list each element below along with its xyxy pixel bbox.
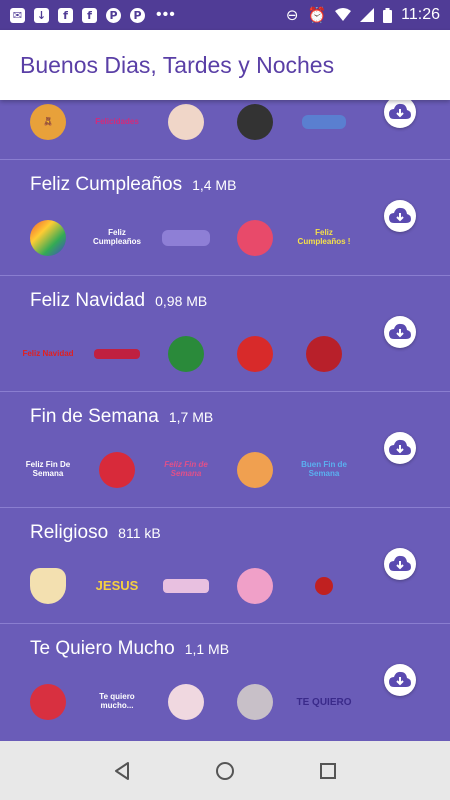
pack-size: 1,4 MB — [192, 177, 237, 193]
sticker-cat — [227, 100, 283, 148]
wifi-icon — [335, 8, 352, 21]
sticker-feliz-navidad: Feliz Navidad — [22, 348, 74, 358]
overflow-dots: ••• — [156, 6, 176, 23]
sticker-preview-row: Feliz Navidad — [20, 328, 352, 380]
pack-size: 1,1 MB — [184, 641, 230, 657]
sticker-christmas-bells — [296, 328, 352, 380]
sticker-umbrella-bears — [89, 444, 145, 496]
sticker-te-quiero-mucho-text: Te quiero mucho... — [99, 692, 135, 710]
sticker-pack-row[interactable]: Te Quiero Mucho 1,1 MB Te quiero mucho..… — [0, 624, 450, 740]
sticker-cumpleanos-script — [158, 212, 214, 264]
sticker-pack-row[interactable]: Fin de Semana 1,7 MB Feliz Fin De Semana… — [0, 392, 450, 508]
facebook-icon: f — [58, 7, 73, 23]
sticker-pack-row[interactable]: 🧸 Felicidades — [0, 100, 450, 160]
sticker-christmas-santa — [227, 328, 283, 380]
sticker-heart-flowers — [227, 560, 283, 612]
email-icon: ✉ — [10, 7, 25, 23]
sticker-heart-bear — [20, 676, 76, 728]
download-button[interactable] — [384, 664, 416, 696]
sticker-pack-row[interactable]: Feliz Navidad 0,98 MB Feliz Navidad — [0, 276, 450, 392]
sticker-preview-row: Feliz Fin De Semana Feliz Fin de Semana … — [20, 444, 352, 496]
app-bar: Buenos Dias, Tardes y Noches — [0, 30, 450, 100]
sticker-feliz-fin-de-semana-girl: Feliz Fin De Semana — [25, 460, 71, 478]
pack-size: 0,98 MB — [155, 293, 208, 309]
download-button[interactable] — [384, 100, 416, 128]
pack-header: Te Quiero Mucho 1,1 MB — [30, 638, 229, 660]
sticker-jesus-text: JESUS — [95, 577, 139, 593]
sticker-preview-row: JESUS — [20, 560, 352, 612]
download-button[interactable] — [384, 432, 416, 464]
sticker-elephant — [227, 676, 283, 728]
cloud-download-icon — [389, 207, 411, 223]
status-bar: ✉ ↓ f f P P ••• ⊖ ⏰ 11:26 — [0, 0, 450, 30]
pack-name: Feliz Navidad — [30, 290, 146, 311]
sticker-heart-jesus — [20, 560, 76, 612]
cloud-download-icon — [389, 555, 411, 571]
sticker-pack-row[interactable]: Religioso 811 kB JESUS — [0, 508, 450, 624]
sticker-pack-row[interactable]: Feliz Cumpleaños 1,4 MB Feliz Cumpleaños… — [0, 160, 450, 276]
sticker-christmas-tree — [158, 328, 214, 380]
app-title: Buenos Dias, Tardes y Noches — [20, 51, 335, 78]
navigation-bar — [0, 741, 450, 800]
sticker-mouse — [158, 676, 214, 728]
pack-size: 1,7 MB — [168, 409, 214, 425]
download-button[interactable] — [384, 200, 416, 232]
sticker-preview-row: 🧸 Felicidades — [20, 100, 352, 148]
battery-icon — [383, 7, 393, 23]
minus-circle-icon: ⊖ — [285, 6, 299, 24]
notification-icons: ✉ ↓ f f P P ••• — [10, 6, 176, 24]
sticker-balloons — [20, 212, 76, 264]
sticker-navidad-script — [89, 328, 145, 380]
sticker-feliz-cumpleanos-baby: Feliz Cumpleaños ! — [297, 228, 351, 246]
sticker-teddy-bear: 🧸 — [20, 100, 76, 148]
sticker-angel — [158, 560, 214, 612]
pinterest-icon: P — [106, 7, 121, 23]
recents-icon — [320, 762, 337, 779]
pack-name: Fin de Semana — [30, 406, 159, 427]
sticker-preview-row: Feliz Cumpleaños Feliz Cumpleaños ! — [20, 212, 352, 264]
pack-size: 811 kB — [118, 525, 161, 541]
home-icon — [215, 761, 234, 780]
signal-icon — [360, 8, 375, 22]
sticker-flowers — [296, 100, 352, 148]
pack-name: Religioso — [30, 522, 109, 543]
sticker-feliz-fin-de-semana-script: Feliz Fin de Semana — [164, 460, 208, 478]
pack-header: Fin de Semana 1,7 MB — [30, 406, 213, 428]
system-icons: ⊖ ⏰ 11:26 — [286, 6, 440, 24]
sticker-bear-flower — [227, 444, 283, 496]
cloud-download-icon — [389, 323, 411, 339]
download-button[interactable] — [384, 548, 416, 580]
cloud-download-icon — [389, 439, 411, 455]
alarm-icon: ⏰ — [307, 6, 327, 24]
pack-header: Feliz Cumpleaños 1,4 MB — [30, 174, 236, 196]
sticker-doll — [158, 100, 214, 148]
recents-button[interactable] — [308, 751, 348, 791]
home-button[interactable] — [205, 751, 245, 791]
sticker-buen-fin-de-semana: Buen Fin de Semana — [301, 460, 347, 478]
download-button[interactable] — [384, 316, 416, 348]
cloud-download-icon — [389, 103, 411, 119]
pack-name: Feliz Cumpleaños — [30, 174, 183, 195]
pack-name: Te Quiero Mucho — [30, 638, 175, 659]
download-icon: ↓ — [34, 7, 49, 23]
back-button[interactable] — [102, 751, 142, 791]
sticker-preview-row: Te quiero mucho... TE QUIERO — [20, 676, 352, 728]
sticker-te-quiero: TE QUIERO — [296, 696, 352, 708]
sticker-birthday-bears — [227, 212, 283, 264]
sticker-pack-list[interactable]: 🧸 Felicidades Feliz Cumpleaños 1,4 MB Fe… — [0, 100, 450, 741]
pack-header: Religioso 811 kB — [30, 522, 161, 544]
cloud-download-icon — [389, 671, 411, 687]
sticker-feliz-cumpleanos-text: Feliz Cumpleaños — [92, 228, 141, 246]
facebook-icon: f — [82, 7, 97, 23]
pack-header: Feliz Navidad 0,98 MB — [30, 290, 207, 312]
pinterest-icon: P — [130, 7, 145, 23]
sticker-felicidades: Felicidades — [95, 116, 139, 126]
clock: 11:26 — [401, 6, 440, 23]
back-icon — [114, 761, 129, 780]
sticker-rose — [296, 560, 352, 612]
